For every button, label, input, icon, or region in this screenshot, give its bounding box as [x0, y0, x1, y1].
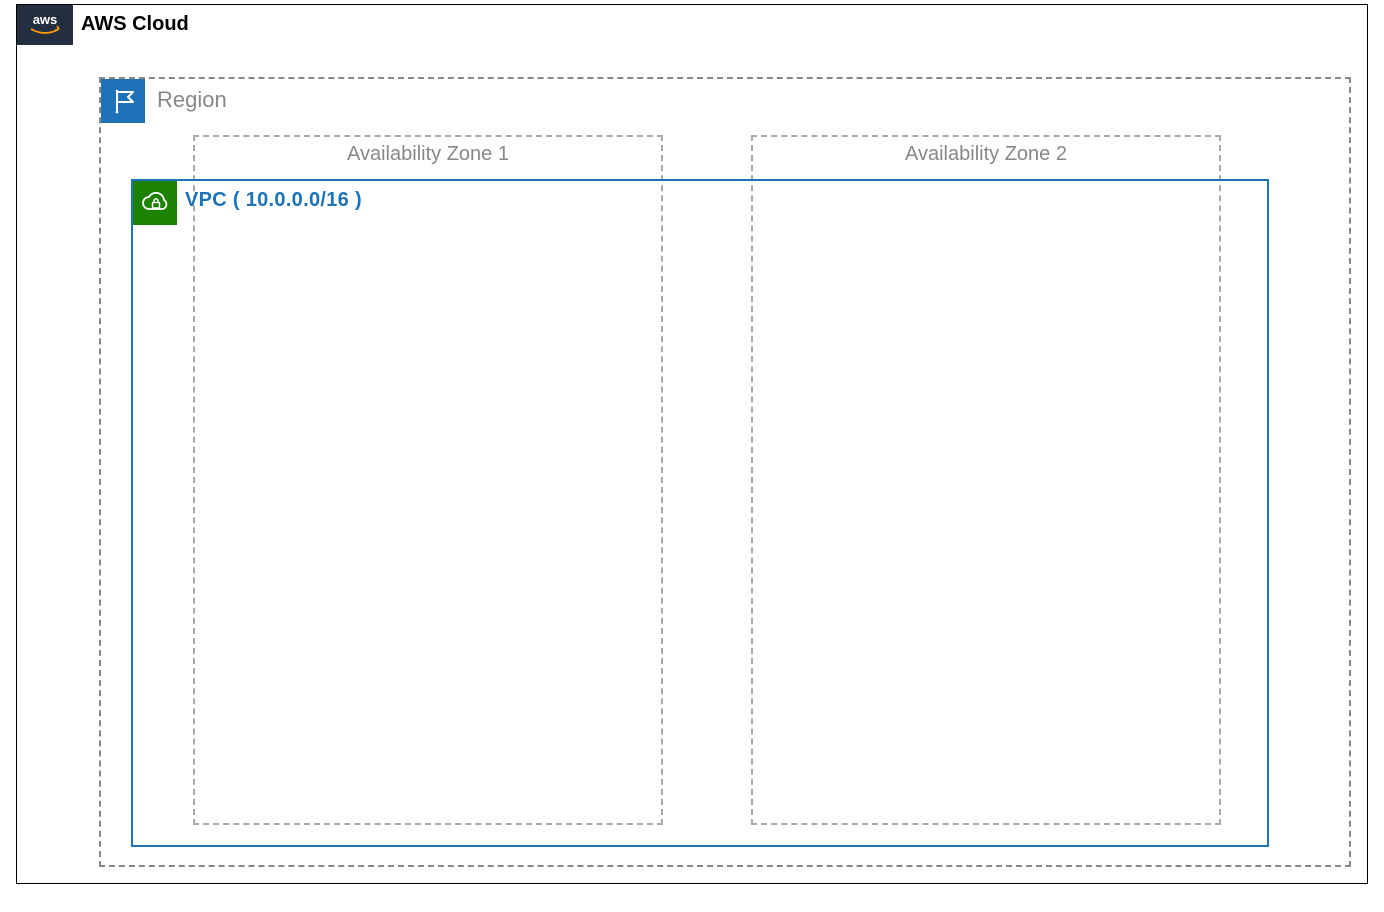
region-label: Region — [157, 87, 227, 113]
region-container: Region Availability Zone 1 Availability … — [99, 77, 1351, 867]
aws-logo-icon: aws — [24, 11, 66, 39]
az1-label: Availability Zone 1 — [195, 143, 661, 166]
svg-text:aws: aws — [33, 12, 58, 27]
aws-cloud-container: aws AWS Cloud Region Availability Zone 1… — [16, 4, 1368, 884]
az2-label: Availability Zone 2 — [753, 143, 1219, 166]
aws-cloud-label: AWS Cloud — [81, 13, 189, 36]
region-flag-icon — [109, 87, 137, 115]
vpc-cloud-lock-icon — [139, 187, 171, 219]
region-badge — [101, 79, 145, 123]
vpc-container: VPC ( 10.0.0.0/16 ) — [131, 179, 1269, 847]
aws-logo-badge: aws — [17, 5, 73, 45]
vpc-badge — [133, 181, 177, 225]
vpc-label: VPC ( 10.0.0.0/16 ) — [185, 189, 362, 212]
